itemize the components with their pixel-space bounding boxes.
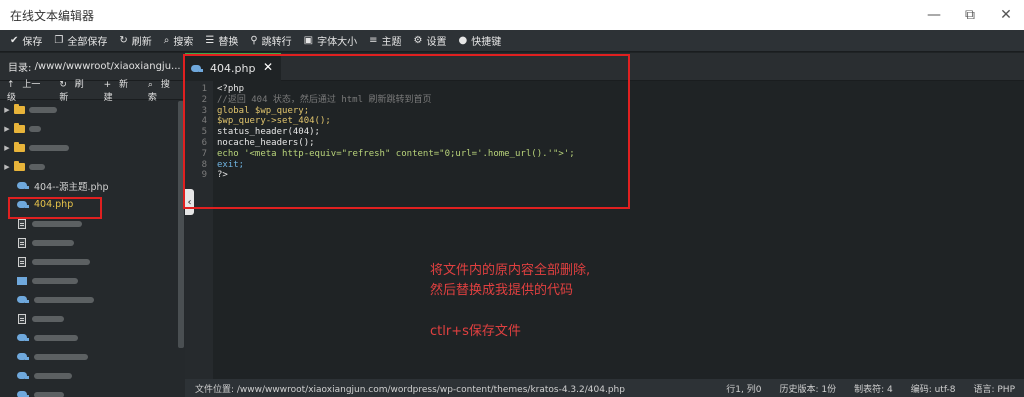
restore-icon[interactable]: ⧉: [952, 0, 988, 30]
php-file-icon: [17, 333, 30, 342]
folder-item[interactable]: ▶: [0, 138, 185, 157]
save-button[interactable]: ✔ 保存: [4, 30, 48, 52]
cursor-position: 行1, 列0: [726, 384, 762, 395]
blurred-name: [32, 315, 64, 322]
blurred-name: [32, 220, 82, 227]
language[interactable]: 语言: PHP: [964, 382, 1024, 395]
file-item[interactable]: [0, 385, 185, 397]
php-file-icon: [17, 181, 30, 190]
dir-label: 目录:: [8, 63, 32, 74]
copy-icon: ❐: [54, 35, 64, 46]
file-item[interactable]: [0, 328, 185, 347]
file-item[interactable]: [0, 309, 185, 328]
blurred-name: [34, 372, 72, 379]
folder-icon: [14, 122, 25, 133]
file-item[interactable]: [0, 252, 185, 271]
help-icon: ●: [458, 35, 468, 46]
folder-item[interactable]: ▶: [0, 157, 185, 176]
folder-icon: [14, 160, 25, 171]
chevron-right-icon: ▶: [4, 105, 10, 114]
dir-path[interactable]: /www/wwwroot/xiaoxiangju...: [35, 61, 181, 72]
file-highlight-box: [8, 197, 102, 219]
check-icon: ✔: [10, 35, 19, 46]
replace-button[interactable]: ☰ 替换: [199, 30, 244, 52]
folder-item[interactable]: ▶: [0, 119, 185, 138]
shortcuts-button[interactable]: ● 快捷键: [452, 30, 507, 52]
blurred-name: [34, 296, 94, 303]
code-highlight-box: [183, 54, 630, 209]
blurred-name: [34, 334, 78, 341]
tab-size[interactable]: 制表符: 4: [845, 382, 902, 395]
blurred-name: [29, 163, 45, 170]
blurred-name: [29, 144, 69, 151]
close-icon[interactable]: ✕: [988, 0, 1024, 30]
font-icon: ▣: [303, 35, 314, 46]
window-titlebar: 在线文本编辑器 — ⧉ ✕: [0, 0, 1024, 30]
file-item[interactable]: [0, 271, 185, 290]
refresh-button[interactable]: ↻ 刷新: [113, 30, 157, 52]
minimize-icon[interactable]: —: [916, 0, 952, 30]
chevron-right-icon: ▶: [4, 143, 10, 152]
save-all-button[interactable]: ❐ 全部保存: [48, 30, 113, 52]
php-file-icon: [17, 352, 30, 361]
php-file-icon: [17, 390, 30, 397]
document-icon: [18, 256, 26, 267]
editor-toolbar: ✔ 保存 ❐ 全部保存 ↻ 刷新 ⌕ 搜索 ☰ 替换 ⚲ 跳转行 ▣ 字体大小 ≡ 主题 ⚙ 设置…: [0, 30, 1024, 52]
blurred-name: [29, 125, 41, 132]
search-button[interactable]: ⌕ 搜索: [158, 30, 200, 52]
annotation-text: 将文件内的原内容全部删除,: [430, 263, 591, 278]
font-size-button[interactable]: ▣ 字体大小: [298, 30, 363, 52]
gear-icon: ⚙: [413, 35, 423, 46]
folder-icon: [14, 141, 25, 152]
search-icon: ⌕: [163, 35, 170, 46]
file-path: 文件位置: /www/wwwroot/xiaoxiangjun.com/word…: [195, 384, 625, 395]
blurred-name: [34, 353, 88, 360]
blurred-name: [29, 106, 57, 113]
refresh-icon: ↻: [119, 35, 128, 46]
php-file-icon: [17, 371, 30, 380]
folder-icon: [14, 103, 25, 114]
blurred-name: [32, 239, 74, 246]
file-item[interactable]: [0, 290, 185, 309]
goto-icon: ⚲: [250, 35, 258, 46]
chevron-right-icon: ▶: [4, 124, 10, 133]
replace-icon: ☰: [205, 35, 215, 46]
document-icon: [18, 313, 26, 324]
php-file-icon: [17, 295, 30, 304]
blurred-name: [34, 391, 64, 397]
window-title: 在线文本编辑器: [10, 8, 95, 23]
file-sidebar: 目录: /www/wwwroot/xiaoxiangju... ↑ 上一级 ↻ …: [0, 53, 185, 397]
theme-button[interactable]: ≡ 主题: [363, 30, 407, 52]
settings-button[interactable]: ⚙ 设置: [408, 30, 453, 52]
annotation-text: 然后替换成我提供的代码: [430, 283, 574, 298]
menu-icon: ≡: [369, 35, 378, 46]
chevron-right-icon: ▶: [4, 162, 10, 171]
document-icon: [18, 218, 26, 229]
sidebar-tools: ↑ 上一级 ↻ 刷新 + 新建 ⌕ 搜索: [0, 80, 185, 103]
image-file-icon: [17, 276, 27, 285]
annotation-text: ctlr+s保存文件: [430, 324, 521, 339]
file-item[interactable]: 404--源主题.php: [0, 176, 185, 195]
goto-line-button[interactable]: ⚲ 跳转行: [244, 30, 297, 52]
folder-item[interactable]: ▶: [0, 100, 185, 119]
file-item[interactable]: [0, 347, 185, 366]
file-item[interactable]: [0, 233, 185, 252]
blurred-name: [32, 277, 78, 284]
file-item[interactable]: [0, 366, 185, 385]
encoding[interactable]: 编码: utf-8: [902, 382, 965, 395]
file-tree: ▶ ▶ ▶ ▶ 404--源主题.php 404.php: [0, 100, 185, 397]
document-icon: [18, 237, 26, 248]
status-bar: 文件位置: /www/wwwroot/xiaoxiangjun.com/word…: [185, 379, 1024, 397]
blurred-name: [32, 258, 90, 265]
history-versions[interactable]: 历史版本: 1份: [770, 382, 845, 395]
